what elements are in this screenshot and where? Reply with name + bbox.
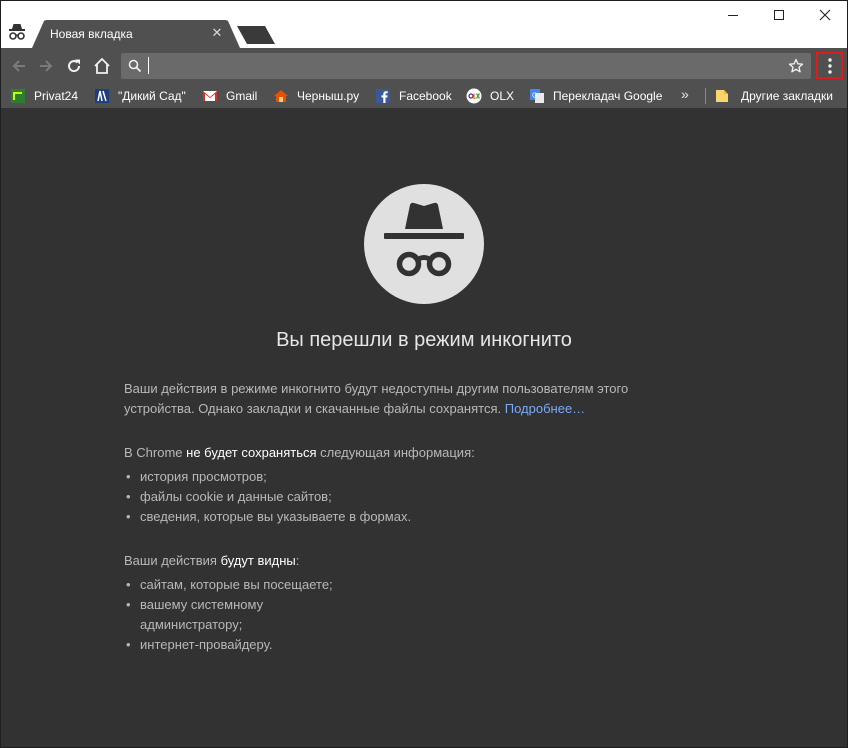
not-saved-list: история просмотров; файлы cookie и данны…: [124, 467, 411, 527]
visible-heading: Ваши действия будут видны:: [124, 553, 300, 568]
text-caret: [148, 57, 149, 74]
back-button[interactable]: [8, 55, 30, 77]
reload-icon: [68, 59, 81, 73]
other-bookmarks-folder[interactable]: Другие закладки: [714, 84, 833, 108]
close-window-button[interactable]: [802, 0, 848, 30]
chernysh-icon: [274, 90, 288, 102]
svg-text:G: G: [532, 93, 537, 100]
title-bar: Новая вкладка ✕: [0, 0, 848, 48]
new-tab-button[interactable]: [237, 26, 275, 44]
list-item: интернет-провайдеру.: [124, 635, 333, 655]
back-arrow-icon: [12, 60, 25, 72]
list-item: сведения, которые вы указываете в формах…: [124, 507, 411, 527]
list-item: сайтам, которые вы посещаете;: [124, 575, 333, 595]
bookmarks-divider: [705, 88, 706, 104]
close-tab-icon[interactable]: ✕: [210, 26, 224, 40]
facebook-icon: [376, 89, 390, 103]
olx-icon: [466, 88, 482, 104]
incognito-icon: [7, 22, 27, 42]
forward-arrow-icon: [40, 60, 53, 72]
not-saved-heading: В Chrome не будет сохраняться следующая …: [124, 445, 475, 460]
tab-new-tab[interactable]: Новая вкладка ✕: [32, 20, 240, 48]
home-icon: [94, 57, 110, 74]
maximize-button[interactable]: [756, 0, 802, 30]
search-icon: [128, 59, 142, 73]
wild-garden-icon: [95, 89, 109, 103]
page-heading: Вы перешли в режим инкогнито: [276, 329, 572, 351]
toolbar: [0, 48, 848, 84]
gmail-icon: [203, 91, 217, 101]
bookmark-google-translate[interactable]: G Перекладач Google: [529, 84, 662, 108]
close-icon: [819, 9, 831, 21]
list-item: файлы cookie и данные сайтов;: [124, 487, 411, 507]
address-input[interactable]: [147, 57, 767, 75]
chrome-menu-button[interactable]: [816, 52, 843, 79]
bookmark-star-button[interactable]: [786, 56, 806, 76]
address-bar[interactable]: [121, 53, 811, 79]
incognito-spy-icon: [364, 184, 484, 304]
reload-button[interactable]: [63, 55, 85, 77]
bookmark-olx[interactable]: OLX: [466, 84, 514, 108]
minimize-icon: [728, 15, 738, 16]
minimize-button[interactable]: [710, 0, 756, 30]
bookmark-facebook[interactable]: Facebook: [375, 84, 452, 108]
learn-more-link[interactable]: Подробнее…: [505, 401, 585, 416]
incognito-page: Вы перешли в режим инкогнито Ваши действ…: [0, 108, 848, 748]
bookmark-wild-garden[interactable]: "Дикий Сад": [94, 84, 186, 108]
three-dots-vertical-icon: [827, 57, 832, 74]
bookmark-privat24[interactable]: Privat24: [10, 84, 78, 108]
star-icon: [788, 58, 804, 73]
intro-text: Ваши действия в режиме инкогнито будут н…: [124, 381, 629, 416]
folder-icon: [716, 90, 728, 102]
maximize-icon: [774, 10, 784, 20]
bookmarks-bar: Privat24 "Дикий Сад" Gmail Черныш.ру Fac…: [0, 84, 848, 108]
bookmark-chernysh[interactable]: Черныш.ру: [273, 84, 359, 108]
bookmark-gmail[interactable]: Gmail: [202, 84, 257, 108]
home-button[interactable]: [91, 55, 113, 77]
visible-list: сайтам, которые вы посещаете; вашему сис…: [124, 575, 333, 655]
list-item: история просмотров;: [124, 467, 411, 487]
list-item: вашему системномуадминистратору;: [124, 595, 333, 635]
forward-button[interactable]: [35, 55, 57, 77]
google-translate-icon: G: [530, 89, 544, 103]
privat24-icon: [11, 89, 25, 103]
more-bookmarks-chevron[interactable]: »: [681, 86, 689, 102]
tab-title: Новая вкладка: [50, 27, 133, 41]
